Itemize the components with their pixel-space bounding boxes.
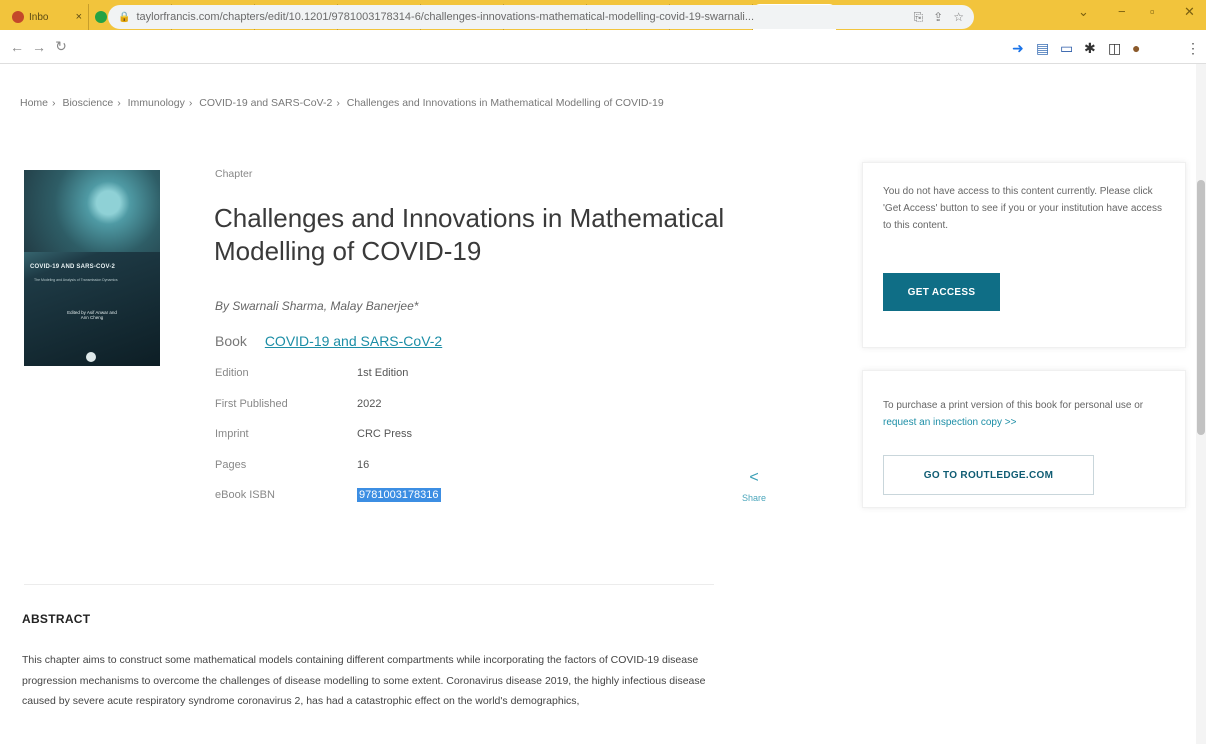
- abstract-heading: ABSTRACT: [22, 612, 91, 626]
- close-window-icon[interactable]: ✕: [1184, 4, 1195, 20]
- browser-menu-icon[interactable]: ⋮: [1186, 40, 1200, 57]
- forward-icon[interactable]: →: [28, 39, 50, 55]
- extension-reader-icon[interactable]: ▭: [1060, 40, 1073, 57]
- ebook-isbn-selected-text[interactable]: 9781003178316: [357, 488, 441, 502]
- browser-tab[interactable]: Inbo ×: [6, 4, 89, 30]
- cover-editors: Edited by Asif Anwar and Ann Cheng: [67, 310, 117, 320]
- purchase-message: To purchase a print version of this book…: [883, 397, 1173, 431]
- scrollbar-thumb[interactable]: [1197, 180, 1205, 435]
- extensions-puzzle-icon[interactable]: ✱: [1084, 40, 1096, 57]
- profile-avatar[interactable]: ●: [1132, 40, 1140, 56]
- go-to-routledge-button[interactable]: GO TO ROUTLEDGE.COM: [883, 455, 1094, 495]
- chapter-metadata: Edition 1st Edition First Published 2022…: [215, 367, 535, 520]
- tab-favicon-icon: [12, 11, 24, 23]
- inspection-copy-link[interactable]: request an inspection copy: [883, 417, 1002, 428]
- metadata-label: First Published: [215, 397, 288, 410]
- book-cover-image[interactable]: COVID-19 AND SARS-COV-2 The Modeling and…: [24, 170, 160, 366]
- breadcrumb-immunology[interactable]: Immunology: [128, 97, 185, 109]
- cover-title: COVID-19 AND SARS-COV-2: [30, 264, 116, 270]
- metadata-row-edition: Edition 1st Edition: [215, 367, 535, 398]
- install-icon[interactable]: ⎘: [914, 10, 924, 25]
- breadcrumb-bioscience[interactable]: Bioscience: [62, 97, 113, 109]
- breadcrumb-home[interactable]: Home: [20, 97, 48, 109]
- bookmark-star-icon[interactable]: ☆: [953, 10, 964, 24]
- page-content: Home › Bioscience › Immunology › COVID-19 a…: [0, 64, 1206, 744]
- browser-toolbar: ← → ↻: [0, 30, 1206, 64]
- book-title-link[interactable]: COVID-19 and SARS-CoV-2: [265, 333, 442, 349]
- back-icon[interactable]: ←: [6, 39, 28, 55]
- book-row: Book COVID-19 and SARS-CoV-2: [215, 333, 442, 349]
- extension-doc-icon[interactable]: ▤: [1036, 40, 1049, 57]
- section-divider: [24, 584, 714, 585]
- side-panel-icon[interactable]: ◫: [1108, 40, 1121, 57]
- tab-title: Inbo: [29, 11, 49, 23]
- purchase-panel: To purchase a print version of this book…: [862, 370, 1186, 508]
- address-bar[interactable]: 🔒 taylorfrancis.com/chapters/edit/10.120…: [108, 5, 974, 29]
- get-access-button[interactable]: GET ACCESS: [883, 273, 1000, 311]
- breadcrumb-book[interactable]: COVID-19 and SARS-CoV-2: [199, 97, 332, 109]
- reload-icon[interactable]: ↻: [50, 38, 72, 55]
- access-message: You do not have access to this content c…: [883, 186, 1162, 231]
- metadata-value: 16: [357, 458, 370, 471]
- breadcrumb-current: Challenges and Innovations in Mathematic…: [346, 97, 664, 109]
- metadata-label: Pages: [215, 458, 247, 471]
- tab-close-icon[interactable]: ×: [76, 11, 82, 23]
- metadata-row-imprint: Imprint CRC Press: [215, 428, 535, 459]
- metadata-label: Imprint: [215, 428, 249, 440]
- share-icon: <: [749, 469, 759, 486]
- inspection-copy-arrows[interactable]: >>: [1005, 417, 1017, 428]
- metadata-value: 1st Edition: [357, 367, 409, 379]
- share-label: Share: [741, 493, 767, 503]
- metadata-value: CRC Press: [357, 428, 413, 440]
- extension-arrow-icon[interactable]: ➜: [1012, 40, 1024, 57]
- chapter-title: Challenges and Innovations in Mathematic…: [214, 203, 725, 266]
- cover-virus-image: [24, 170, 160, 252]
- tab-favicon-icon: [95, 11, 107, 23]
- content-type-label: Chapter: [215, 168, 253, 180]
- lock-icon: 🔒: [118, 11, 131, 23]
- share-button[interactable]: < Share: [736, 469, 772, 503]
- purchase-text: To purchase a print version of this book…: [883, 400, 1144, 411]
- abstract-text: This chapter aims to construct some math…: [22, 654, 706, 707]
- window-caret-icon[interactable]: ⌄: [1078, 4, 1089, 20]
- metadata-label: eBook ISBN: [215, 489, 275, 501]
- metadata-row-pages: Pages 16: [215, 459, 535, 490]
- chapter-authors: By Swarnali Sharma, Malay Banerjee*: [215, 299, 419, 313]
- publisher-logo-icon: [86, 352, 96, 362]
- access-panel: You do not have access to this content c…: [862, 162, 1186, 348]
- maximize-icon[interactable]: ▫: [1150, 4, 1155, 19]
- breadcrumb: Home › Bioscience › Immunology › COVID-19 a…: [20, 97, 664, 109]
- url-text: taylorfrancis.com/chapters/edit/10.1201/…: [136, 11, 755, 23]
- metadata-row-ebook-isbn: eBook ISBN 9781003178316: [215, 488, 535, 520]
- metadata-row-first-published: First Published 2022: [215, 398, 535, 429]
- metadata-label: Edition: [215, 367, 249, 379]
- metadata-value: 2022: [357, 397, 382, 410]
- book-label: Book: [215, 333, 247, 349]
- cover-subtitle: The Modeling and Analysis of Transmissio…: [34, 278, 118, 282]
- page-scrollbar[interactable]: [1196, 64, 1206, 744]
- share-page-icon[interactable]: ⇪: [933, 10, 943, 24]
- minimize-icon[interactable]: −: [1118, 4, 1126, 19]
